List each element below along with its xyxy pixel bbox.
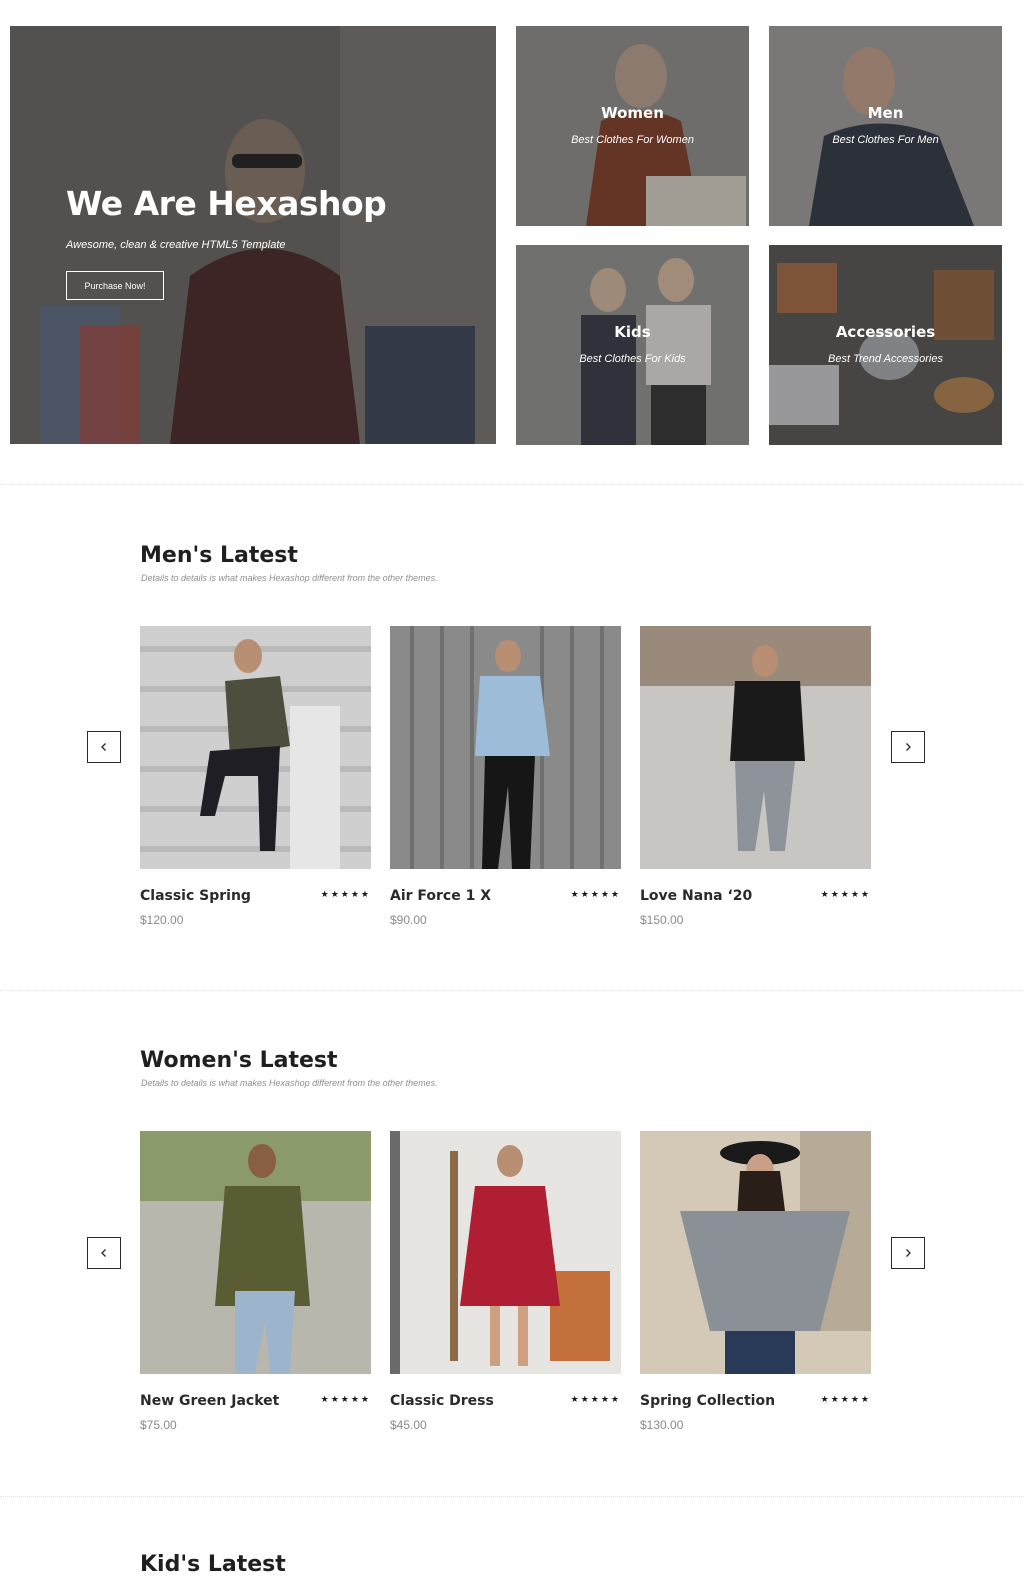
- product-card[interactable]: New Green Jacket ★★★★★ $75.00: [140, 1131, 371, 1432]
- womens-section-subtitle: Details to details is what makes Hexasho…: [141, 1078, 438, 1088]
- purchase-now-button[interactable]: Purchase Now!: [66, 271, 164, 300]
- hero-banner: We Are Hexashop Awesome, clean & creativ…: [10, 26, 496, 444]
- product-name: New Green Jacket: [140, 1393, 280, 1409]
- category-title: Kids: [614, 323, 651, 341]
- mens-prev-button[interactable]: [87, 731, 121, 763]
- product-card[interactable]: Spring Collection ★★★★★ $130.00: [640, 1131, 871, 1432]
- star-icon: ★★★★★: [570, 890, 621, 900]
- section-divider: [0, 1496, 1024, 1497]
- category-subtitle: Best Clothes For Kids: [579, 353, 686, 365]
- product-image: [140, 626, 371, 869]
- product-name: Classic Dress: [390, 1393, 494, 1409]
- womens-section-title: Women's Latest: [140, 1048, 338, 1073]
- chevron-right-icon: [906, 743, 911, 751]
- mens-section-subtitle: Details to details is what makes Hexasho…: [141, 573, 438, 583]
- star-icon: ★★★★★: [570, 1395, 621, 1405]
- product-image: [640, 626, 871, 869]
- product-price: $130.00: [640, 1418, 684, 1432]
- hero-content: We Are Hexashop Awesome, clean & creativ…: [66, 184, 387, 300]
- section-divider: [0, 990, 1024, 991]
- womens-prev-button[interactable]: [87, 1237, 121, 1269]
- star-icon: ★★★★★: [820, 890, 871, 900]
- product-price: $150.00: [640, 913, 684, 927]
- product-price: $90.00: [390, 913, 427, 927]
- category-subtitle: Best Clothes For Women: [571, 134, 694, 146]
- category-subtitle: Best Clothes For Men: [832, 134, 939, 146]
- product-price: $45.00: [390, 1418, 427, 1432]
- category-tile-men[interactable]: Men Best Clothes For Men: [769, 26, 1002, 226]
- product-image: [140, 1131, 371, 1374]
- mens-section-title: Men's Latest: [140, 543, 298, 568]
- chevron-left-icon: [101, 743, 106, 751]
- category-title: Women: [601, 104, 664, 122]
- product-card[interactable]: Love Nana ‘20 ★★★★★ $150.00: [640, 626, 871, 927]
- product-name: Love Nana ‘20: [640, 888, 753, 904]
- product-image: [640, 1131, 871, 1374]
- category-subtitle: Best Trend Accessories: [828, 353, 943, 365]
- hero-subtitle: Awesome, clean & creative HTML5 Template: [66, 239, 286, 251]
- chevron-left-icon: [101, 1249, 106, 1257]
- product-card[interactable]: Classic Spring ★★★★★ $120.00: [140, 626, 371, 927]
- product-card[interactable]: Classic Dress ★★★★★ $45.00: [390, 1131, 621, 1432]
- category-title: Men: [867, 104, 904, 122]
- product-name: Air Force 1 X: [390, 888, 492, 904]
- category-tile-accessories[interactable]: Accessories Best Trend Accessories: [769, 245, 1002, 445]
- hero-title: We Are Hexashop: [66, 184, 387, 223]
- star-icon: ★★★★★: [320, 890, 371, 900]
- product-price: $120.00: [140, 913, 184, 927]
- product-name: Spring Collection: [640, 1393, 776, 1409]
- kids-section-title: Kid's Latest: [140, 1552, 286, 1577]
- product-price: $75.00: [140, 1418, 177, 1432]
- star-icon: ★★★★★: [320, 1395, 371, 1405]
- star-icon: ★★★★★: [820, 1395, 871, 1405]
- product-image: [390, 1131, 621, 1374]
- womens-next-button[interactable]: [891, 1237, 925, 1269]
- chevron-right-icon: [906, 1249, 911, 1257]
- product-card[interactable]: Air Force 1 X ★★★★★ $90.00: [390, 626, 621, 927]
- category-title: Accessories: [835, 323, 936, 341]
- section-divider: [0, 484, 1024, 485]
- product-image: [390, 626, 621, 869]
- mens-next-button[interactable]: [891, 731, 925, 763]
- category-tile-kids[interactable]: Kids Best Clothes For Kids: [516, 245, 749, 445]
- category-tile-women[interactable]: Women Best Clothes For Women: [516, 26, 749, 226]
- product-name: Classic Spring: [140, 888, 251, 904]
